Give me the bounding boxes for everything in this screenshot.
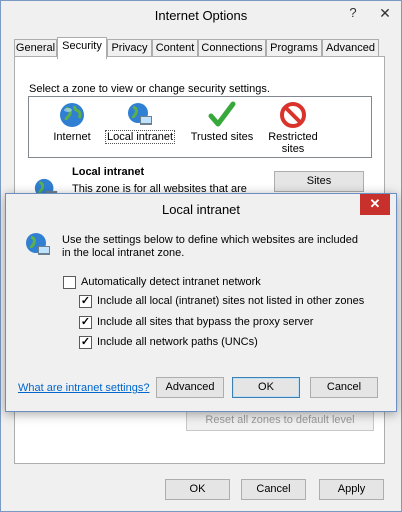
checkmark-icon xyxy=(208,101,236,127)
checkmark-icon[interactable]: ✓ xyxy=(79,295,92,308)
local-intranet-dialog: Local intranet ✕ Use the settings below … xyxy=(5,193,397,412)
zone-label: Internet xyxy=(53,131,91,143)
dialog-title: Local intranet xyxy=(161,202,241,217)
tab-security[interactable]: Security xyxy=(57,37,107,59)
close-button[interactable]: ✕ xyxy=(371,2,399,24)
zone-trusted-sites[interactable]: Trusted sites xyxy=(187,101,257,143)
zone-internet[interactable]: Internet xyxy=(43,101,101,143)
dialog-cancel-button[interactable]: Cancel xyxy=(310,377,378,398)
checkbox-label: Include all local (intranet) sites not l… xyxy=(97,295,365,307)
dialog-description: Use the settings below to define which w… xyxy=(62,234,358,259)
checkbox-label: Include all network paths (UNCs) xyxy=(97,336,258,348)
title-bar[interactable]: Internet Options ? ✕ xyxy=(1,1,401,31)
globe-icon xyxy=(60,103,84,127)
intranet-settings-help-link[interactable]: What are intranet settings? xyxy=(18,382,149,394)
zone-list: Internet Local intranet Trusted sites Re… xyxy=(28,96,372,158)
zone-prompt: Select a zone to view or change security… xyxy=(29,83,270,95)
zone-label: Local intranet xyxy=(104,130,176,144)
help-button[interactable]: ? xyxy=(339,2,367,24)
zone-local-intranet[interactable]: Local intranet xyxy=(103,101,177,144)
restricted-icon xyxy=(280,102,306,128)
advanced-button[interactable]: Advanced xyxy=(156,377,224,398)
apply-button[interactable]: Apply xyxy=(319,479,384,500)
checkbox[interactable] xyxy=(63,276,76,289)
sites-button[interactable]: Sites xyxy=(274,171,364,192)
zone-label: Trusted sites xyxy=(190,131,254,143)
zone-name: Local intranet xyxy=(72,166,145,178)
checkbox-label: Include all sites that bypass the proxy … xyxy=(97,316,314,328)
ok-button[interactable]: OK xyxy=(165,479,230,500)
checkmark-icon[interactable]: ✓ xyxy=(79,316,92,329)
reset-all-zones-button[interactable]: Reset all zones to default level xyxy=(186,410,374,431)
intranet-icon xyxy=(128,103,152,125)
checkmark-icon[interactable]: ✓ xyxy=(79,336,92,349)
cancel-button[interactable]: Cancel xyxy=(241,479,306,500)
zone-label: Restricted sites xyxy=(268,131,318,155)
zone-restricted-sites[interactable]: Restricted sites xyxy=(261,101,325,155)
dialog-close-button[interactable]: ✕ xyxy=(360,194,390,215)
intranet-icon xyxy=(26,233,50,255)
dialog-ok-button[interactable]: OK xyxy=(232,377,300,398)
checkbox-label: Automatically detect intranet network xyxy=(81,276,261,288)
